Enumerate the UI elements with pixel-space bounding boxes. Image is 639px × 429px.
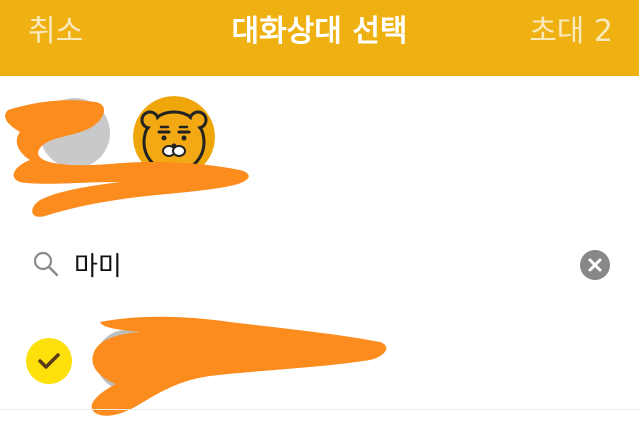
- divider: [0, 409, 639, 410]
- search-input[interactable]: [74, 244, 554, 284]
- search-icon: [33, 251, 59, 277]
- clear-search-button[interactable]: [580, 250, 610, 280]
- checkmark-icon: [38, 353, 60, 369]
- clear-icon: [588, 258, 602, 272]
- selected-friend-avatar[interactable]: [40, 98, 110, 168]
- ryan-avatar[interactable]: [133, 96, 215, 178]
- selected-checkbox[interactable]: [26, 338, 72, 384]
- invite-button[interactable]: 초대 2: [529, 0, 613, 64]
- top-bar: 취소 대화상대 선택 초대 2: [0, 0, 639, 76]
- ryan-face-icon: [133, 96, 215, 178]
- friend-avatar: [96, 330, 156, 390]
